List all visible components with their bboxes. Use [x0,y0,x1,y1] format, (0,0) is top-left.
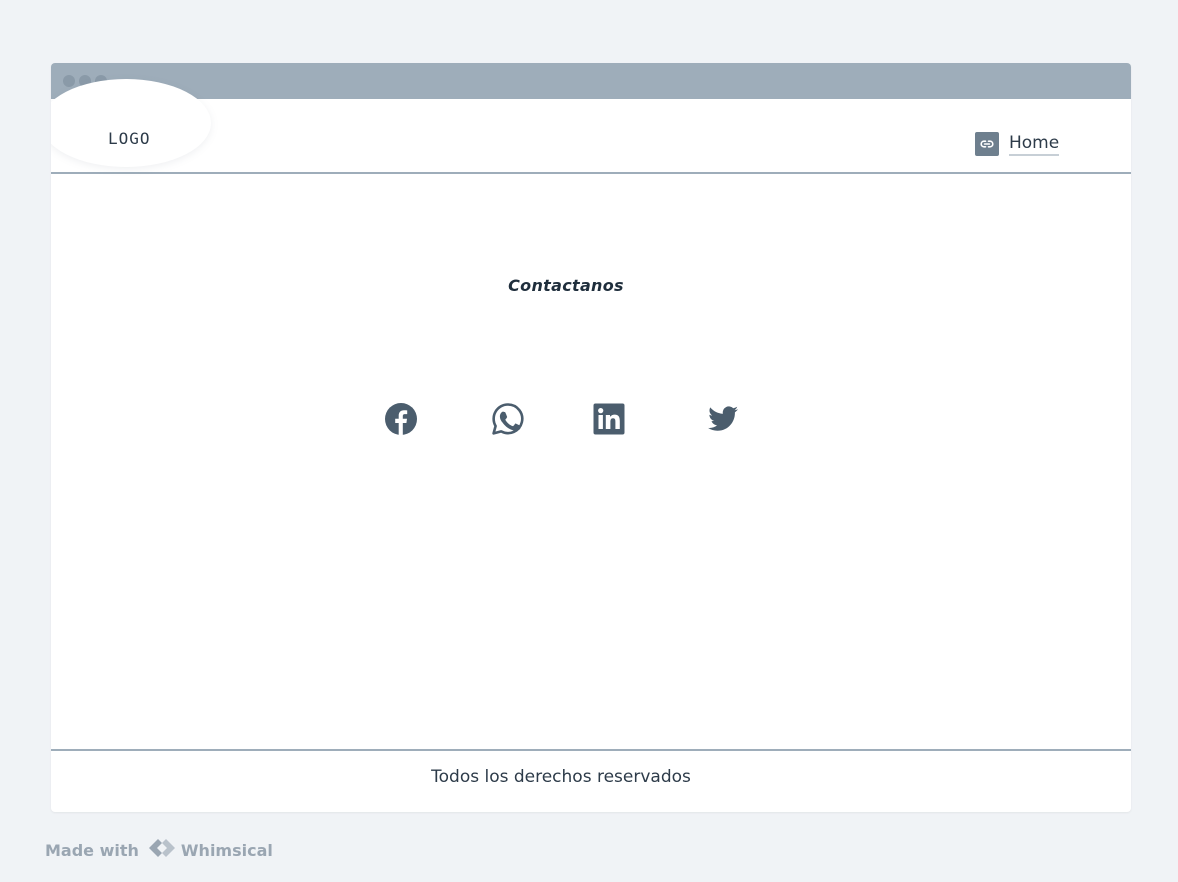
page-header: LOGO Home [51,79,1131,174]
logo-background [51,79,211,167]
watermark-brand: Whimsical [180,840,273,860]
page-title: Contactanos [508,276,624,295]
browser-window: LOGO Home Contactanos Todos los derechos… [51,63,1131,812]
window-titlebar [51,63,1131,99]
nav-home-label: Home [1009,133,1060,156]
twitter-icon[interactable] [706,402,740,436]
whimsical-watermark[interactable]: Made with Whimsical [45,836,273,864]
site-logo[interactable]: LOGO [108,129,151,148]
footer-copyright: Todos los derechos reservados [431,767,691,787]
window-dot[interactable] [63,75,75,87]
watermark-made-with: Made with [45,840,139,860]
nav-home-link[interactable]: Home [975,132,1060,156]
linkedin-icon[interactable] [592,402,626,436]
link-icon [975,132,999,156]
whatsapp-icon[interactable] [491,402,525,436]
page-footer: Todos los derechos reservados [51,749,1131,812]
whimsical-logo-icon [147,836,177,864]
facebook-icon[interactable] [384,402,418,436]
